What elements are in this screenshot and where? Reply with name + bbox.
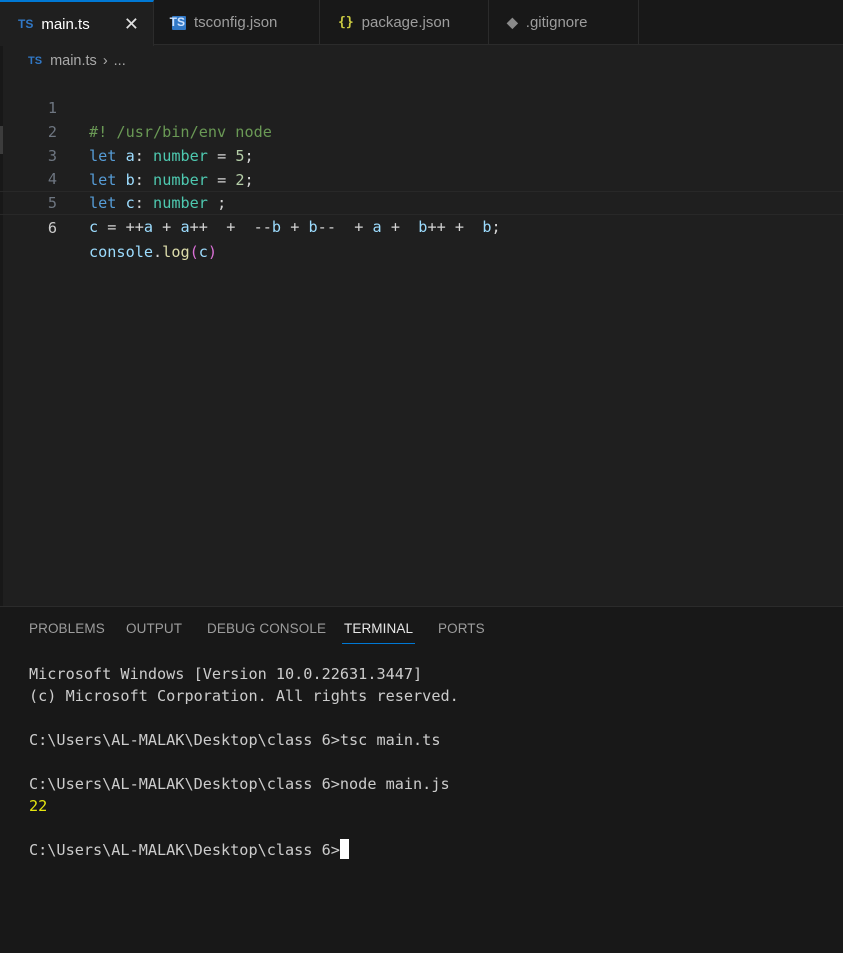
code-token: ) <box>207 243 218 261</box>
bottom-panel: PROBLEMS OUTPUT DEBUG CONSOLE TERMINAL P… <box>0 606 843 953</box>
code-line: 3 let b: number = 2; <box>0 120 843 189</box>
tab-problems[interactable]: PROBLEMS <box>29 621 105 636</box>
code-token: + <box>281 218 309 236</box>
terminal-prompt: C:\Users\AL-MALAK\Desktop\class 6> <box>29 841 340 859</box>
code-token: + <box>381 218 419 236</box>
typescript-icon: TS <box>28 55 43 67</box>
tab-terminal[interactable]: TERMINAL <box>341 621 416 644</box>
code-text: c = ++a + a++ + --b + b-- + a + b++ + b; <box>89 215 501 239</box>
code-token: a <box>143 218 154 236</box>
code-text: console.log(c) <box>89 240 217 264</box>
code-line-current: 6 console.log(c) <box>0 191 843 261</box>
terminal-line: C:\Users\AL-MALAK\Desktop\class 6>tsc ma… <box>29 731 441 749</box>
tab-label: tsconfig.json <box>194 14 278 31</box>
terminal-prompt-line[interactable]: C:\Users\AL-MALAK\Desktop\class 6> <box>29 839 459 861</box>
tab-gitignore[interactable]: ◆ .gitignore <box>489 0 639 45</box>
code-line: 5 c = ++a + a++ + --b + b-- + a + b++ + … <box>0 167 843 236</box>
editor-tab-bar: TS main.ts ✕ TS tsconfig.json {} package… <box>0 0 843 46</box>
line-number: 6 <box>47 219 57 237</box>
code-token: = ++ <box>98 218 144 236</box>
code-line: 2 let a: number = 5; <box>0 96 843 165</box>
json-braces-icon: {} <box>338 15 354 30</box>
code-token: ( <box>189 243 199 261</box>
tab-label: main.ts <box>41 15 90 33</box>
code-token: + <box>153 218 181 236</box>
code-token: . <box>153 243 163 261</box>
tab-package-json[interactable]: {} package.json <box>320 0 489 45</box>
tab-main-ts[interactable]: TS main.ts ✕ <box>0 0 154 46</box>
close-icon[interactable]: ✕ <box>124 14 139 35</box>
tab-ports[interactable]: PORTS <box>438 621 485 636</box>
code-token: console <box>89 243 154 261</box>
terminal-line: (c) Microsoft Corporation. All rights re… <box>29 687 459 705</box>
code-token: c <box>198 243 208 261</box>
chevron-right-icon: › <box>102 53 108 69</box>
terminal-result: 22 <box>29 797 48 815</box>
code-token: log <box>162 243 190 261</box>
breadcrumb: TS main.ts › ... <box>28 50 126 72</box>
code-editor[interactable]: 1 #! /usr/bin/env node 2 let a: number =… <box>0 72 843 605</box>
terminal-line: Microsoft Windows [Version 10.0.22631.34… <box>29 665 423 683</box>
typescript-icon: TS <box>18 17 34 31</box>
code-token: b <box>271 218 282 236</box>
tsconfig-file-icon: TS <box>169 14 186 30</box>
code-token: a <box>180 218 190 236</box>
tab-tsconfig-json[interactable]: TS tsconfig.json <box>154 0 320 45</box>
code-token: b <box>308 218 318 236</box>
git-diamond-icon: ◆ <box>507 14 518 30</box>
panel-tab-bar: PROBLEMS OUTPUT DEBUG CONSOLE TERMINAL P… <box>0 607 843 651</box>
code-token: ++ + <box>427 218 483 236</box>
code-token: a <box>372 218 382 236</box>
terminal-cursor <box>339 839 349 859</box>
tab-output[interactable]: OUTPUT <box>126 621 182 636</box>
tab-debug-console[interactable]: DEBUG CONSOLE <box>207 621 326 636</box>
tab-label: package.json <box>361 14 451 31</box>
code-token: ++ + -- <box>189 218 272 236</box>
code-token: ; <box>491 218 501 236</box>
code-line: 1 #! /usr/bin/env node <box>0 72 843 141</box>
code-token: c <box>89 218 99 236</box>
terminal-line: C:\Users\AL-MALAK\Desktop\class 6>node m… <box>29 775 450 793</box>
code-token: -- + <box>317 218 373 236</box>
tab-label: .gitignore <box>525 14 588 31</box>
breadcrumb-file[interactable]: main.ts <box>50 53 97 69</box>
terminal-output[interactable]: Microsoft Windows [Version 10.0.22631.34… <box>29 663 459 861</box>
breadcrumb-symbol[interactable]: ... <box>114 53 126 69</box>
code-line: 4 let c: number ; <box>0 143 843 212</box>
